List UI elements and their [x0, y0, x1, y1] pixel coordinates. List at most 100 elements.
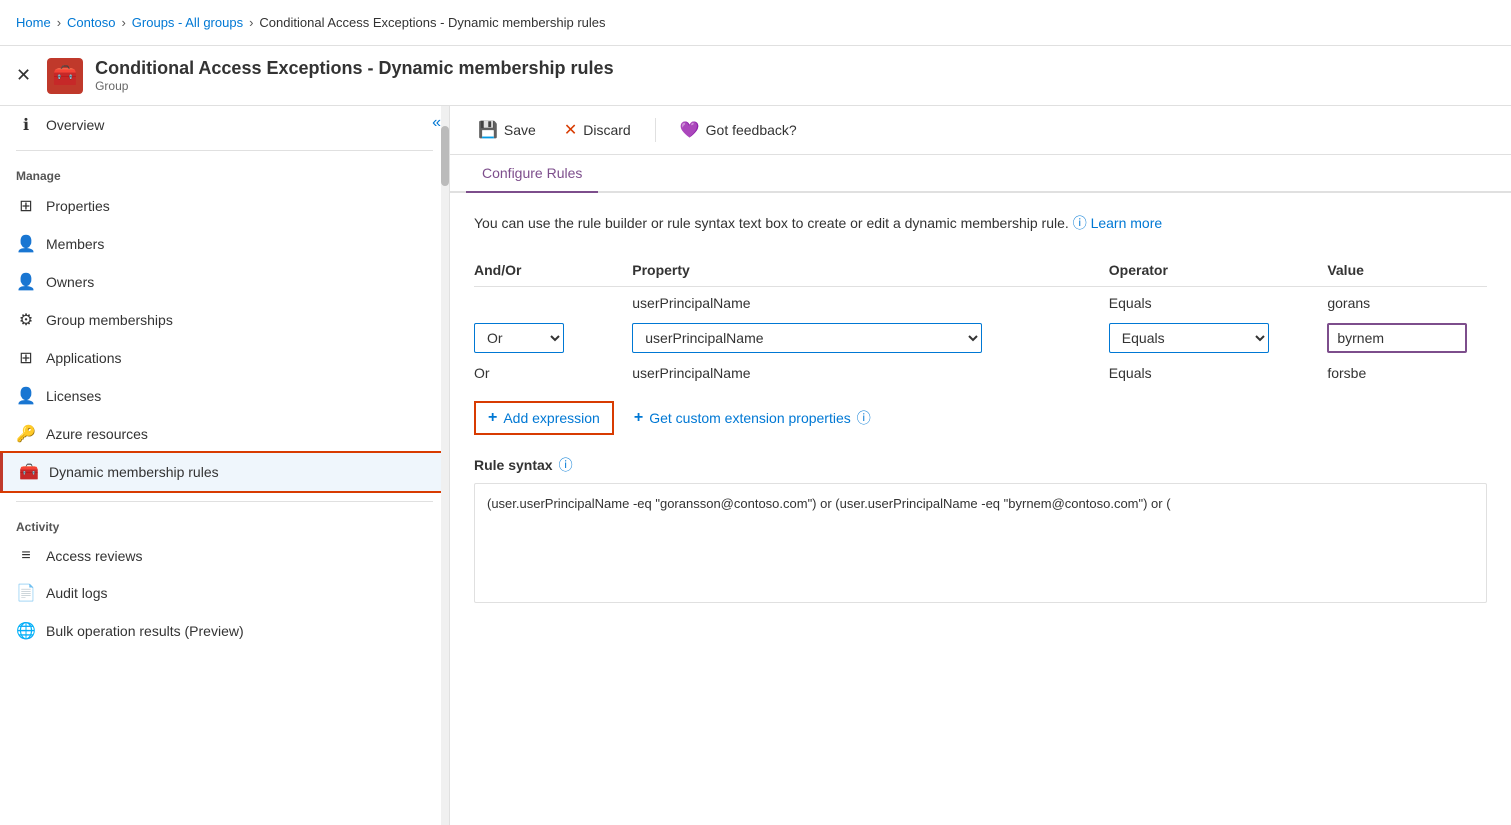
sidebar-item-label: Audit logs	[46, 585, 107, 601]
group-memberships-icon: ⚙	[16, 310, 36, 330]
custom-info-icon: ⓘ	[857, 408, 871, 428]
sidebar-item-label: Dynamic membership rules	[49, 464, 219, 480]
members-icon: 👤	[16, 234, 36, 254]
page-icon	[47, 58, 83, 94]
sidebar-collapse-button[interactable]: «	[432, 114, 441, 132]
azure-resources-icon: 🔑	[16, 424, 36, 444]
save-button[interactable]: 💾 Save	[466, 114, 548, 146]
save-label: Save	[504, 122, 536, 138]
sidebar-item-label: Bulk operation results (Preview)	[46, 623, 244, 639]
bulk-operation-icon: 🌐	[16, 621, 36, 641]
rule-syntax-label: Rule syntax ⓘ	[474, 455, 1487, 475]
breadcrumb-contoso[interactable]: Contoso	[67, 15, 115, 30]
breadcrumb: Home › Contoso › Groups - All groups › C…	[0, 0, 1511, 46]
page-subtitle: Group	[95, 79, 613, 93]
page-title: Conditional Access Exceptions - Dynamic …	[95, 58, 613, 79]
sidebar-item-azure-resources[interactable]: 🔑 Azure resources	[0, 415, 449, 453]
andor-select[interactable]: Or And	[474, 323, 564, 353]
col-header-andor: And/Or	[474, 254, 632, 287]
tabs: Configure Rules	[450, 155, 1511, 193]
get-custom-extension-button[interactable]: + Get custom extension properties ⓘ	[634, 408, 871, 428]
plus-icon: +	[488, 409, 497, 427]
row3-andor: Or	[474, 357, 632, 389]
sidebar-item-label: Overview	[46, 117, 104, 133]
sidebar-item-label: Azure resources	[46, 426, 148, 442]
feedback-icon: 💜	[680, 120, 700, 140]
audit-logs-icon: 📄	[16, 583, 36, 603]
sidebar-item-dynamic-membership-rules[interactable]: 🧰 Dynamic membership rules	[0, 453, 449, 491]
actions-row: + Add expression + Get custom extension …	[474, 401, 1487, 435]
content-area: 💾 Save ✕ Discard 💜 Got feedback? Configu…	[450, 106, 1511, 825]
row1-operator: Equals	[1109, 287, 1328, 320]
row2-value[interactable]	[1327, 319, 1487, 357]
sidebar-item-label: Applications	[46, 350, 122, 366]
col-header-property: Property	[632, 254, 1109, 287]
properties-icon: ⊞	[16, 196, 36, 216]
sidebar-item-label: Access reviews	[46, 548, 142, 564]
row1-value: gorans	[1327, 287, 1487, 320]
row3-operator: Equals	[1109, 357, 1328, 389]
add-expression-button[interactable]: + Add expression	[474, 401, 614, 435]
sidebar-item-label: Group memberships	[46, 312, 173, 328]
info-icon: ℹ	[16, 115, 36, 135]
breadcrumb-groups[interactable]: Groups - All groups	[132, 15, 243, 30]
breadcrumb-home[interactable]: Home	[16, 15, 51, 30]
sidebar-item-label: Members	[46, 236, 104, 252]
row3-property: userPrincipalName	[632, 357, 1109, 389]
sidebar-item-audit-logs[interactable]: 📄 Audit logs	[0, 574, 449, 612]
feedback-button[interactable]: 💜 Got feedback?	[668, 114, 809, 146]
sidebar-item-licenses[interactable]: 👤 Licenses	[0, 377, 449, 415]
row3-value: forsbe	[1327, 357, 1487, 389]
activity-section-label: Activity	[0, 508, 449, 538]
toolbar-divider	[655, 118, 656, 142]
dynamic-membership-icon: 🧰	[19, 462, 39, 482]
rule-content: You can use the rule builder or rule syn…	[450, 193, 1511, 825]
col-header-operator: Operator	[1109, 254, 1328, 287]
close-button[interactable]: ✕	[16, 65, 31, 86]
save-icon: 💾	[478, 120, 498, 140]
sidebar-item-applications[interactable]: ⊞ Applications	[0, 339, 449, 377]
rule-syntax-box[interactable]: (user.userPrincipalName -eq "goransson@c…	[474, 483, 1487, 603]
custom-plus-icon: +	[634, 409, 643, 427]
table-row: userPrincipalName Equals gorans	[474, 287, 1487, 320]
breadcrumb-current: Conditional Access Exceptions - Dynamic …	[259, 15, 605, 30]
info-text: You can use the rule builder or rule syn…	[474, 213, 1487, 234]
property-select[interactable]: userPrincipalName	[632, 323, 982, 353]
feedback-label: Got feedback?	[706, 122, 797, 138]
toolbar: 💾 Save ✕ Discard 💜 Got feedback?	[450, 106, 1511, 155]
sidebar-item-overview[interactable]: ℹ Overview	[0, 106, 449, 144]
discard-label: Discard	[583, 122, 630, 138]
table-row: Or userPrincipalName Equals forsbe	[474, 357, 1487, 389]
title-bar: ✕ Conditional Access Exceptions - Dynami…	[0, 46, 1511, 106]
tab-configure-rules[interactable]: Configure Rules	[466, 155, 598, 193]
sidebar-item-label: Properties	[46, 198, 110, 214]
sidebar-item-label: Licenses	[46, 388, 101, 404]
sidebar-item-members[interactable]: 👤 Members	[0, 225, 449, 263]
licenses-icon: 👤	[16, 386, 36, 406]
col-header-value: Value	[1327, 254, 1487, 287]
row1-andor	[474, 287, 632, 320]
learn-more-link[interactable]: Learn more	[1091, 215, 1163, 231]
sidebar-item-properties[interactable]: ⊞ Properties	[0, 187, 449, 225]
manage-section-label: Manage	[0, 157, 449, 187]
table-row: Or And userPrincipalName Equals	[474, 319, 1487, 357]
sidebar-item-access-reviews[interactable]: ≡ Access reviews	[0, 538, 449, 574]
rule-table: And/Or Property Operator Value userPrinc…	[474, 254, 1487, 389]
sidebar-item-group-memberships[interactable]: ⚙ Group memberships	[0, 301, 449, 339]
row2-andor[interactable]: Or And	[474, 319, 632, 357]
custom-extension-label: Get custom extension properties	[649, 410, 851, 426]
owners-icon: 👤	[16, 272, 36, 292]
sidebar-item-label: Owners	[46, 274, 94, 290]
operator-select[interactable]: Equals Not Equals Contains	[1109, 323, 1269, 353]
sidebar-item-owners[interactable]: 👤 Owners	[0, 263, 449, 301]
sidebar-item-bulk-operation[interactable]: 🌐 Bulk operation results (Preview)	[0, 612, 449, 650]
row2-operator[interactable]: Equals Not Equals Contains	[1109, 319, 1328, 357]
syntax-info-icon: ⓘ	[559, 455, 573, 475]
access-reviews-icon: ≡	[16, 547, 36, 565]
info-icon: ⓘ	[1073, 215, 1087, 231]
rule-syntax-section: Rule syntax ⓘ (user.userPrincipalName -e…	[474, 455, 1487, 603]
row2-property[interactable]: userPrincipalName	[632, 319, 1109, 357]
discard-button[interactable]: ✕ Discard	[552, 114, 643, 146]
value-input[interactable]	[1327, 323, 1467, 353]
discard-icon: ✕	[564, 120, 577, 140]
